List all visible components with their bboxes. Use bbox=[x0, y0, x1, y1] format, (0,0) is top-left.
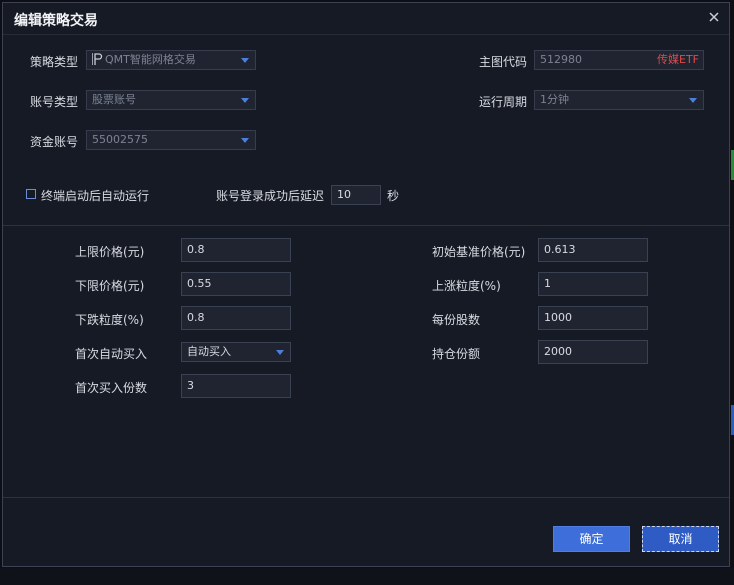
first-auto-buy-select[interactable]: 自动买入 bbox=[181, 342, 291, 362]
cancel-button[interactable]: 取消 bbox=[642, 526, 719, 552]
footer-divider bbox=[3, 497, 729, 498]
first-buy-shares-label: 首次买入份数 bbox=[75, 381, 148, 395]
account-type-value: 股票账号 bbox=[92, 93, 136, 106]
background-window-strip bbox=[0, 568, 734, 585]
fund-account-label: 资金账号 bbox=[30, 135, 79, 149]
run-period-select[interactable]: 1分钟 bbox=[534, 90, 704, 110]
account-type-select[interactable]: 股票账号 bbox=[86, 90, 256, 110]
rise-grain-value: 1 bbox=[544, 277, 551, 290]
first-buy-shares-input[interactable]: 3 bbox=[181, 374, 291, 398]
main-code-field[interactable]: 512980 传媒ETF bbox=[534, 50, 704, 70]
strategy-type-value: QMT智能网格交易 bbox=[105, 53, 196, 66]
first-auto-buy-value: 自动买入 bbox=[187, 345, 231, 358]
base-price-input[interactable]: 0.613 bbox=[538, 238, 648, 262]
strategy-type-label: 策略类型 bbox=[30, 55, 79, 69]
close-icon[interactable] bbox=[705, 8, 723, 26]
fund-account-value: 55002575 bbox=[92, 133, 148, 146]
login-delay-unit: 秒 bbox=[387, 189, 400, 203]
upper-price-value: 0.8 bbox=[187, 243, 205, 256]
chevron-down-icon bbox=[689, 98, 697, 103]
fund-account-select[interactable]: 55002575 bbox=[86, 130, 256, 150]
per-share-count-value: 1000 bbox=[544, 311, 572, 324]
upper-price-input[interactable]: 0.8 bbox=[181, 238, 291, 262]
chevron-down-icon bbox=[241, 58, 249, 63]
fall-grain-value: 0.8 bbox=[187, 311, 205, 324]
base-price-label: 初始基准价格(元) bbox=[432, 245, 526, 259]
per-share-count-input[interactable]: 1000 bbox=[538, 306, 648, 330]
chevron-down-icon bbox=[241, 138, 249, 143]
strategy-type-select[interactable]: QMT智能网格交易 bbox=[86, 50, 256, 70]
upper-price-label: 上限价格(元) bbox=[75, 245, 145, 259]
first-buy-shares-value: 3 bbox=[187, 379, 194, 392]
section-divider bbox=[3, 225, 729, 226]
etf-tag: 传媒ETF bbox=[657, 53, 699, 66]
first-auto-buy-label: 首次自动买入 bbox=[75, 347, 148, 361]
chevron-down-icon bbox=[276, 350, 284, 355]
position-amount-label: 持仓份额 bbox=[432, 347, 481, 361]
fall-grain-label: 下跌粒度(%) bbox=[75, 313, 144, 327]
login-delay-value: 10 bbox=[337, 188, 351, 201]
main-code-label: 主图代码 bbox=[479, 55, 528, 69]
dialog-title: 编辑策略交易 bbox=[14, 13, 98, 29]
per-share-count-label: 每份股数 bbox=[432, 313, 481, 327]
lower-price-input[interactable]: 0.55 bbox=[181, 272, 291, 296]
edit-strategy-dialog: 编辑策略交易 策略类型 QMT智能网格交易 主图代码 512980 传媒ETF … bbox=[2, 2, 730, 567]
strategy-logo-icon bbox=[92, 53, 103, 65]
run-period-label: 运行周期 bbox=[479, 95, 528, 109]
lower-price-value: 0.55 bbox=[187, 277, 212, 290]
rise-grain-input[interactable]: 1 bbox=[538, 272, 648, 296]
auto-run-checkbox[interactable] bbox=[26, 189, 36, 199]
rise-grain-label: 上涨粒度(%) bbox=[432, 279, 501, 293]
dialog-titlebar: 编辑策略交易 bbox=[3, 3, 729, 35]
login-delay-input[interactable]: 10 bbox=[331, 185, 381, 205]
account-type-label: 账号类型 bbox=[30, 95, 79, 109]
login-delay-label: 账号登录成功后延迟 bbox=[216, 189, 325, 203]
position-amount-input[interactable]: 2000 bbox=[538, 340, 648, 364]
ok-button[interactable]: 确定 bbox=[553, 526, 630, 552]
chevron-down-icon bbox=[241, 98, 249, 103]
fall-grain-input[interactable]: 0.8 bbox=[181, 306, 291, 330]
lower-price-label: 下限价格(元) bbox=[75, 279, 145, 293]
main-code-value: 512980 bbox=[540, 53, 582, 66]
position-amount-value: 2000 bbox=[544, 345, 572, 358]
run-period-value: 1分钟 bbox=[540, 93, 569, 106]
base-price-value: 0.613 bbox=[544, 243, 576, 256]
auto-run-label: 终端启动后自动运行 bbox=[41, 189, 150, 203]
